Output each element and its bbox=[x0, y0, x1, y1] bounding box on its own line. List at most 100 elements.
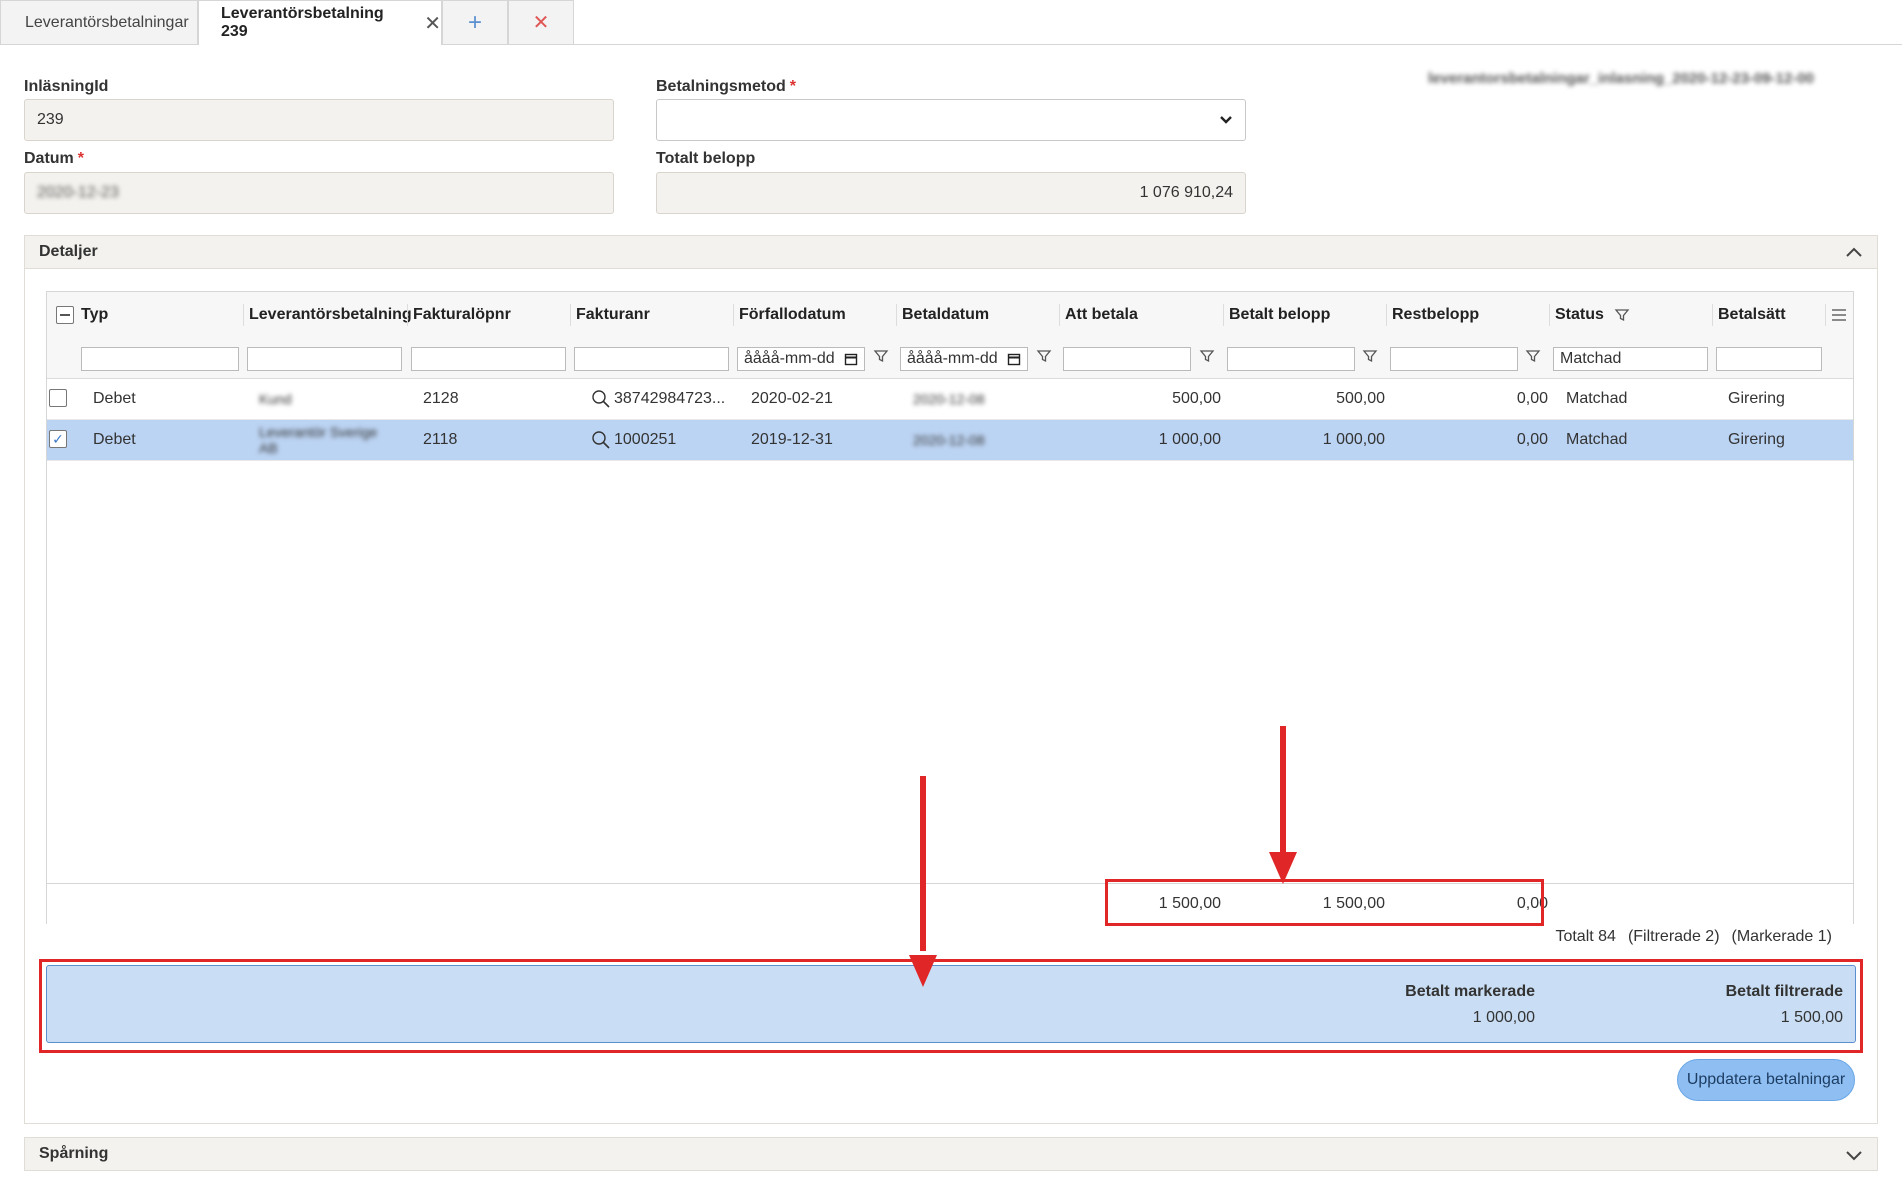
tab-leverantorsbetalning-239[interactable]: Leverantörsbetalning 239 ✕ bbox=[198, 0, 442, 45]
filter-betaldatum[interactable]: åååå-mm-dd bbox=[900, 347, 1028, 371]
total-field[interactable]: 1 076 910,24 bbox=[656, 172, 1246, 214]
filter-restbelopp[interactable] bbox=[1390, 347, 1518, 371]
filter-icon[interactable] bbox=[1525, 348, 1541, 364]
date-value: 2020-12-23 bbox=[37, 184, 119, 201]
cell-att-betala: 500,00 bbox=[1172, 390, 1221, 407]
cell-typ: Debet bbox=[93, 390, 136, 407]
close-all-tabs-button[interactable]: ✕ bbox=[508, 0, 574, 44]
method-select[interactable] bbox=[656, 99, 1246, 141]
sum-row: 1 500,00 1 500,00 0,00 bbox=[47, 883, 1853, 924]
filter-icon[interactable] bbox=[1614, 307, 1630, 323]
filter-fakturanr[interactable] bbox=[574, 347, 729, 371]
filter-icon[interactable] bbox=[1036, 348, 1052, 364]
chevron-down-icon[interactable] bbox=[1845, 1143, 1863, 1167]
marked-count: (Markerade 1) bbox=[1731, 928, 1832, 945]
cell-leverantor: Kund bbox=[259, 391, 292, 407]
row-checkbox-checked[interactable]: ✓ bbox=[49, 430, 67, 448]
update-payments-button[interactable]: Uppdatera betalningar bbox=[1677, 1059, 1855, 1101]
filter-icon[interactable] bbox=[1362, 348, 1378, 364]
annotation-arrow-head bbox=[909, 955, 937, 987]
annotation-arrow-head bbox=[1269, 852, 1297, 884]
id-label: InläsningId bbox=[24, 78, 109, 95]
calendar-icon[interactable] bbox=[1007, 352, 1021, 366]
total-label: Totalt belopp bbox=[656, 150, 756, 167]
cell-restbelopp: 0,00 bbox=[1516, 431, 1548, 448]
chevron-up-icon[interactable] bbox=[1845, 241, 1863, 265]
grid-totals: Totalt 84 (Filtrerade 2) (Markerade 1) bbox=[1543, 928, 1832, 946]
annotation-arrow bbox=[1280, 726, 1286, 856]
tracking-header[interactable]: Spårning bbox=[24, 1137, 1878, 1171]
filter-forfallodatum[interactable]: åååå-mm-dd bbox=[737, 347, 865, 371]
filter-icon[interactable] bbox=[1199, 348, 1215, 364]
cell-betalt-belopp: 500,00 bbox=[1336, 390, 1385, 407]
date-label-text: Datum bbox=[24, 150, 74, 167]
col-att-betala[interactable]: Att betala bbox=[1061, 292, 1221, 338]
table-row[interactable]: ✓ Debet Leverantör Sverige AB 2118 10002… bbox=[47, 420, 1853, 461]
cell-fakturanr[interactable]: 1000251 bbox=[591, 420, 741, 460]
date-field[interactable]: 2020-12-23 bbox=[24, 172, 614, 214]
plus-icon: + bbox=[467, 8, 482, 36]
cell-betalsatt: Girering bbox=[1728, 431, 1785, 448]
col-restbelopp[interactable]: Restbelopp bbox=[1388, 292, 1548, 338]
close-icon[interactable]: ✕ bbox=[424, 11, 441, 36]
filter-icon[interactable] bbox=[873, 348, 889, 364]
table-row[interactable]: Debet Kund 2128 38742984723... 2020-02-2… bbox=[47, 379, 1853, 420]
date-placeholder: åååå-mm-dd bbox=[744, 350, 835, 367]
method-label-text: Betalningsmetod bbox=[656, 78, 786, 95]
col-status-label: Status bbox=[1555, 306, 1604, 323]
cell-fakturanr[interactable]: 38742984723... bbox=[591, 379, 741, 419]
select-all-checkbox[interactable] bbox=[56, 306, 74, 324]
tab-label: Leverantörsbetalningar bbox=[25, 13, 189, 31]
col-betalt-belopp[interactable]: Betalt belopp bbox=[1225, 292, 1385, 338]
tracking-title: Spårning bbox=[39, 1145, 109, 1162]
filter-row: åååå-mm-dd åååå-mm-dd Matchad bbox=[47, 338, 1853, 379]
filter-betalsatt[interactable] bbox=[1716, 347, 1822, 371]
cell-forfallodatum: 2019-12-31 bbox=[751, 431, 833, 448]
search-icon[interactable] bbox=[591, 430, 611, 450]
col-betalsatt[interactable]: Betalsätt bbox=[1714, 292, 1824, 338]
col-fakturalopnr[interactable]: Fakturalöpnr bbox=[409, 292, 569, 338]
payments-grid: Typ Leverantörsbetalning Fakturalöpnr Fa… bbox=[46, 291, 1854, 924]
tab-bar: Leverantörsbetalningar Leverantörsbetaln… bbox=[0, 0, 1902, 45]
annotation-box-sums bbox=[1105, 879, 1544, 926]
filter-betalt-belopp[interactable] bbox=[1227, 347, 1355, 371]
col-typ[interactable]: Typ bbox=[77, 292, 227, 338]
add-tab-button[interactable]: + bbox=[442, 0, 508, 44]
col-fakturanr[interactable]: Fakturanr bbox=[572, 292, 732, 338]
filter-status[interactable]: Matchad bbox=[1553, 347, 1708, 371]
fakturanr-value: 38742984723... bbox=[614, 390, 726, 407]
date-placeholder: åååå-mm-dd bbox=[907, 350, 998, 367]
cell-lopnr: 2118 bbox=[423, 431, 458, 448]
cell-betalt-belopp: 1 000,00 bbox=[1322, 431, 1385, 448]
column-menu-icon[interactable] bbox=[1832, 309, 1846, 321]
filter-att-betala[interactable] bbox=[1063, 347, 1191, 371]
required-marker: * bbox=[77, 150, 85, 167]
annotation-arrow bbox=[920, 776, 926, 951]
cell-restbelopp: 0,00 bbox=[1516, 390, 1548, 407]
col-leverantorsbetalning[interactable]: Leverantörsbetalning bbox=[245, 292, 412, 338]
filter-status-value: Matchad bbox=[1560, 350, 1622, 367]
details-title: Detaljer bbox=[39, 243, 98, 260]
tab-leverantorsbetalningar[interactable]: Leverantörsbetalningar bbox=[0, 0, 198, 44]
search-icon[interactable] bbox=[591, 389, 611, 409]
filter-leverantorsbetalning[interactable] bbox=[247, 347, 402, 371]
cell-betaldatum: 2020-12-08 bbox=[913, 391, 985, 407]
filter-fakturalopnr[interactable] bbox=[411, 347, 566, 371]
cell-betalsatt: Girering bbox=[1728, 390, 1785, 407]
filter-typ[interactable] bbox=[81, 347, 239, 371]
calendar-icon[interactable] bbox=[844, 352, 858, 366]
annotation-box-summary bbox=[39, 959, 1863, 1053]
cell-betaldatum: 2020-12-08 bbox=[913, 432, 985, 448]
col-betaldatum[interactable]: Betaldatum bbox=[898, 292, 1058, 338]
fakturanr-value: 1000251 bbox=[614, 431, 677, 448]
grid-header: Typ Leverantörsbetalning Fakturalöpnr Fa… bbox=[47, 292, 1853, 339]
id-field[interactable]: 239 bbox=[24, 99, 614, 141]
details-header[interactable]: Detaljer bbox=[24, 235, 1878, 269]
col-forfallodatum[interactable]: Förfallodatum bbox=[735, 292, 895, 338]
cell-status: Matchad bbox=[1566, 390, 1628, 407]
filtered-count: (Filtrerade 2) bbox=[1627, 928, 1720, 945]
file-name: leverantorsbetalningar_inlasning_2020-12… bbox=[1428, 70, 1815, 87]
row-checkbox[interactable] bbox=[49, 389, 67, 407]
cell-forfallodatum: 2020-02-21 bbox=[751, 390, 833, 407]
col-status[interactable]: Status bbox=[1551, 292, 1711, 338]
